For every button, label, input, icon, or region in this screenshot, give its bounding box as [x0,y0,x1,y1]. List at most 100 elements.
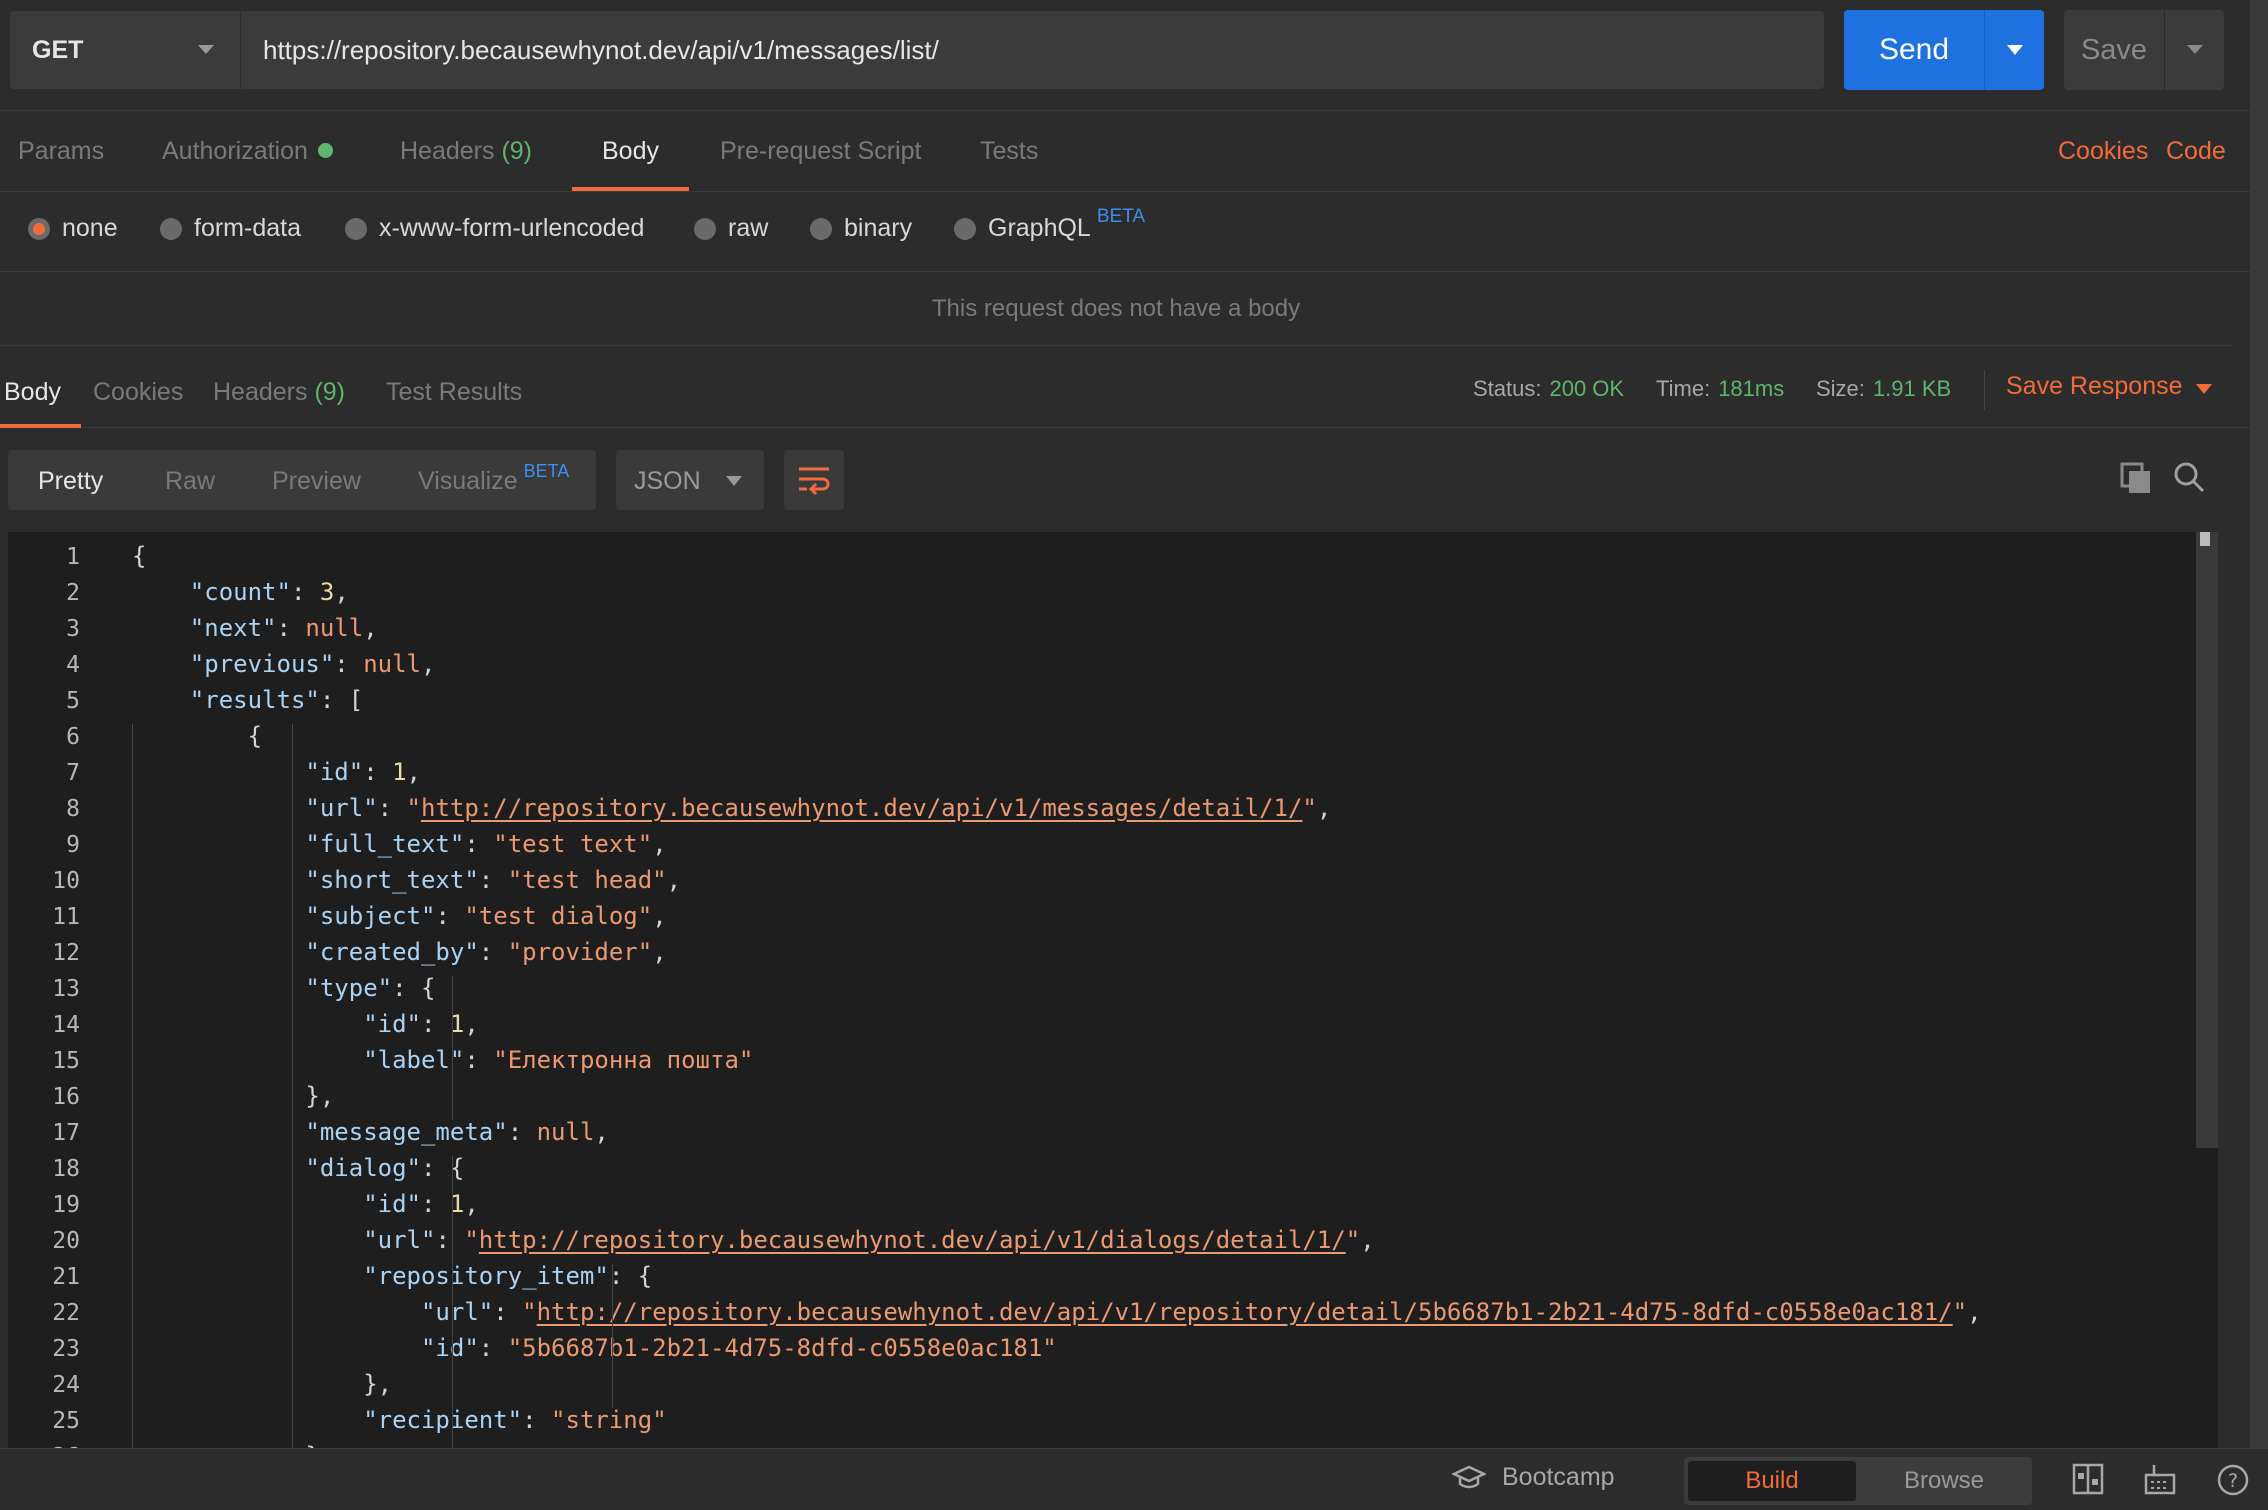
code-line: "previous": null, [189,650,436,678]
tab-authorization[interactable]: Authorization [162,111,333,191]
view-pretty[interactable]: Pretty [38,450,103,510]
line-number: 14 [52,1012,80,1038]
line-number: 17 [52,1120,80,1146]
build-browse-toggle: Build Browse [1684,1457,2032,1505]
copy-icon[interactable] [2120,462,2152,494]
tab-label: Cookies [93,378,184,406]
tab-headers[interactable]: Headers (9) [400,111,532,191]
indent-guide [132,724,133,1448]
view-raw[interactable]: Raw [165,450,215,510]
line-number: 10 [52,868,80,894]
window-scrollbar[interactable] [2250,0,2268,1448]
radio-icon [694,217,716,240]
method-select[interactable]: GET [10,11,240,89]
response-tab-body[interactable]: Body [0,348,81,428]
response-body-editor[interactable]: 1 2 3 4 5 6 7 8 9 10 11 12 13 14 15 16 17 18 19 20 21 22 23 24 2… [8,532,2218,1448]
response-tab-headers[interactable]: Headers (9) [213,348,345,428]
line-number: 24 [52,1372,80,1398]
code-line: "results": [ [189,686,364,714]
code-line: "recipient": "string" [363,1406,667,1434]
line-number: 1 [66,544,80,570]
headers-count: (9) [314,378,346,406]
radio-raw[interactable]: raw [694,214,768,243]
code-line: "subject": "test dialog", [305,902,667,930]
scrollbar-thumb[interactable] [2200,532,2210,546]
tab-label: Tests [980,137,1039,165]
code-line: "dialog": { [305,1154,465,1182]
view-visualize[interactable]: Visualize BETA [418,450,569,510]
view-preview[interactable]: Preview [272,450,361,510]
wrap-lines-button[interactable] [784,450,844,510]
method-label: GET [32,35,84,64]
code-line: "count": 3, [189,578,349,606]
line-number: 8 [66,796,80,822]
send-button[interactable]: Send [1844,10,1984,90]
tab-pre-request-script[interactable]: Pre-request Script [720,111,921,191]
cookies-link[interactable]: Cookies [2058,111,2148,191]
keyboard-shortcuts-icon[interactable] [2144,1463,2176,1495]
build-toggle[interactable]: Build [1688,1461,1856,1501]
editor-scrollbar[interactable] [2196,532,2218,1148]
tab-label: Test Results [386,378,523,406]
radio-none[interactable]: none [28,214,118,243]
beta-badge: BETA [1096,205,1146,227]
radio-icon [810,217,832,240]
tab-label: Body [602,137,659,165]
line-number: 15 [52,1048,80,1074]
stat-label: Status: [1473,376,1542,401]
view-mode-selector: Pretty Raw Preview Visualize BETA [8,450,596,510]
radio-graphql[interactable]: GraphQL BETA [954,206,1145,243]
save-button[interactable]: Save [2064,10,2164,90]
line-number: 23 [52,1336,80,1362]
code-link[interactable]: Code [2166,111,2226,191]
bootcamp-button[interactable]: Bootcamp [1452,1463,1615,1492]
code-line: "url": "http://repository.becausewhynot.… [363,1226,1375,1254]
save-response-button[interactable]: Save Response [2006,372,2183,401]
stat-label: Size: [1816,376,1865,401]
bootcamp-label: Bootcamp [1502,1463,1615,1491]
url-input[interactable] [240,11,1824,89]
line-number: 18 [52,1156,80,1182]
save-options-dropdown[interactable] [2164,10,2224,90]
code-line: "id": 1, [305,758,421,786]
chevron-down-icon [726,476,742,486]
tab-tests[interactable]: Tests [980,111,1038,191]
indent-guide [612,1264,614,1408]
beta-badge: BETA [523,461,570,481]
status-bar: Bootcamp Build Browse ? [0,1448,2268,1510]
indent-guide [452,1156,454,1448]
code-line: "short_text": "test head", [305,866,682,894]
tab-label: Body [4,378,61,406]
code-line: "full_text": "test text", [305,830,667,858]
code-line: }, [132,1370,393,1398]
format-select[interactable]: JSON [616,450,764,510]
radio-binary[interactable]: binary [810,214,912,243]
send-options-dropdown[interactable] [1984,10,2044,90]
response-size: Size: 1.91 KB [1816,376,1951,402]
search-icon[interactable] [2172,460,2206,494]
two-pane-view-icon[interactable] [2072,1463,2104,1495]
help-icon[interactable]: ? [2216,1463,2250,1497]
response-tab-cookies[interactable]: Cookies [93,348,183,428]
response-tab-test-results[interactable]: Test Results [386,348,522,428]
radio-label: GraphQL [988,214,1091,242]
tab-label: Headers [213,378,308,406]
code-line: { [132,722,263,750]
response-tabs: Body Cookies Headers (9) Test Results St… [0,348,2250,428]
radio-form-data[interactable]: form-data [160,214,301,243]
tab-label: Headers [400,137,495,165]
code-line: "label": "Електронна пошта" [363,1046,754,1074]
radio-x-www-form-urlencoded[interactable]: x-www-form-urlencoded [345,214,644,243]
tab-body[interactable]: Body [572,111,689,191]
tab-params[interactable]: Params [18,111,104,191]
chevron-down-icon[interactable] [2196,384,2212,394]
view-label: Visualize [418,467,518,495]
line-number: 20 [52,1228,80,1254]
line-number: 22 [52,1300,80,1326]
browse-toggle[interactable]: Browse [1860,1461,2028,1501]
radio-icon [345,217,367,240]
request-tabs: Params Authorization Headers (9) Body Pr… [0,110,2250,192]
line-number: 19 [52,1192,80,1218]
response-status: Status: 200 OK [1473,376,1624,402]
radio-selected-icon [28,217,50,240]
